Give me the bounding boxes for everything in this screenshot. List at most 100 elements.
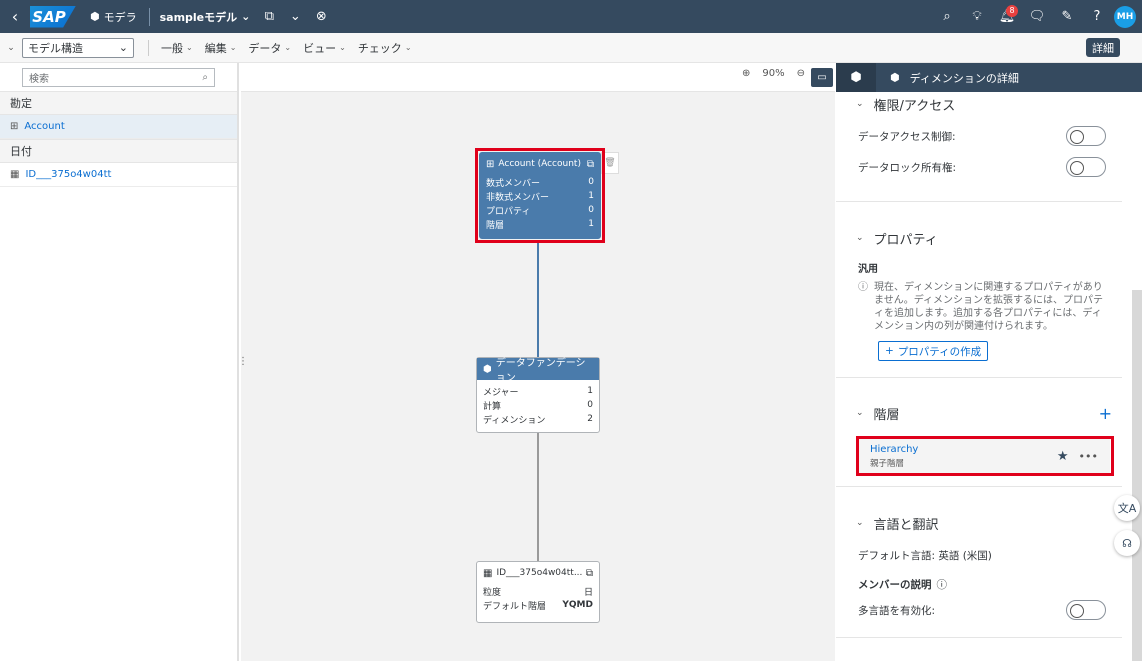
- info-text: 現在、ディメンションに関連するプロパティがありません。ディメンションを拡張するに…: [874, 282, 1103, 332]
- divider: [148, 7, 150, 26]
- multilang-toggle[interactable]: [1066, 600, 1106, 620]
- card-row: 粒度日: [483, 587, 593, 598]
- list-item-account[interactable]: ⊞ Account: [0, 115, 237, 139]
- card-row: 計算 0: [483, 400, 593, 412]
- chat-icon[interactable]: 🗨︎: [1024, 9, 1050, 24]
- tab-dimension-details[interactable]: ⬢ ディメンションの詳細: [876, 70, 1019, 86]
- chevron-down-icon[interactable]: ⌄: [282, 9, 308, 24]
- chevron-down-icon: ⌄: [404, 43, 412, 52]
- default-language: デフォルト言語: 英語 (米国): [858, 550, 992, 562]
- shell-bar: ‹ SAP ⬢ モデラ sampleモデル ⌄ ⧉ ⌄ ⊗ ⌕ 💡︎ 🔔︎ 8 🗨…: [0, 0, 1142, 33]
- account-dimension-icon: ⊞: [10, 121, 19, 132]
- chevron-down-icon: ⌄: [339, 43, 346, 52]
- chevron-down-icon: ⌄: [856, 408, 864, 418]
- zoom-level: 90%: [762, 68, 785, 79]
- section-title: 権限/アクセス: [873, 98, 956, 114]
- chevron-down-icon: ⌄: [856, 99, 864, 109]
- menu-general[interactable]: 一般 ⌄: [155, 40, 199, 56]
- resize-handle[interactable]: ⋮: [238, 356, 248, 367]
- plus-icon: +: [885, 345, 894, 357]
- highlight-box: [475, 148, 605, 243]
- back-icon[interactable]: ‹: [0, 7, 30, 26]
- create-property-button[interactable]: + プロパティの作成: [878, 341, 989, 361]
- menu-edit[interactable]: 編集 ⌄: [199, 40, 243, 56]
- date-dimension-card[interactable]: ▦ ID___375o4w04tt... ⧉ 粒度日 デフォルト階層 YQMD: [476, 561, 600, 623]
- detail-button[interactable]: 詳細: [1086, 38, 1120, 57]
- divider: [148, 39, 149, 56]
- zoom-in-icon[interactable]: ⊕: [742, 68, 750, 79]
- chevron-down-icon: ⌄: [118, 41, 128, 54]
- search-icon[interactable]: ⌕: [202, 72, 208, 83]
- monitor-view-button[interactable]: ▭: [811, 68, 833, 87]
- calendar-icon: ▦: [483, 567, 493, 579]
- view-select[interactable]: モデル構造 ⌄: [22, 37, 134, 58]
- cube-icon: ⬢: [90, 10, 100, 23]
- data-access-toggle[interactable]: [1066, 126, 1106, 146]
- chevron-down-icon: ⌄: [229, 43, 237, 52]
- chevron-down-icon: ⌄: [856, 518, 864, 528]
- section-hierarchy-header[interactable]: ⌄ 階層 +: [836, 401, 1132, 425]
- dimension-details-panel: ⌄ 権限/アクセス データアクセス制御: データロック所有権: ⌄ プロパティ …: [836, 92, 1132, 661]
- model-canvas[interactable]: ⊕ 90% ⊖ ▭ ⋮ ⊞ Account (Account) ⧉ 数式メンバー…: [238, 63, 835, 661]
- section-access-header[interactable]: ⌄ 権限/アクセス: [836, 92, 1132, 116]
- details-tab-bar: ⬢ ⬢ ディメンションの詳細: [836, 63, 1142, 92]
- toolbar: ⌄ モデル構造 ⌄ 一般 ⌄ 編集 ⌄ データ ⌄ ビュー ⌄ チェック ⌄ 詳細: [0, 33, 1142, 63]
- help-icon[interactable]: ?: [1084, 9, 1110, 24]
- search-placeholder: 検索: [29, 74, 49, 85]
- open-icon[interactable]: ⧉: [586, 568, 593, 579]
- data-foundation-card[interactable]: ⬢ データファンデーション メジャー 1 計算 0 ディメンション 2: [476, 357, 600, 433]
- card-title: データファンデーション: [495, 358, 586, 384]
- data-lock-toggle[interactable]: [1066, 157, 1106, 177]
- app-switcher[interactable]: ⬢ モデラ: [82, 9, 145, 25]
- menu-view[interactable]: ビュー ⌄: [297, 40, 352, 56]
- close-circle-icon[interactable]: ⊗: [308, 9, 334, 24]
- card-header: ▦ ID___375o4w04tt... ⧉: [477, 562, 599, 584]
- avatar[interactable]: MH: [1114, 5, 1136, 28]
- tab-title: ディメンションの詳細: [909, 71, 1019, 85]
- divider: [836, 201, 1122, 202]
- list-item-date[interactable]: ▦ ID___375o4w04tt: [0, 163, 237, 187]
- sap-logo: SAP: [30, 5, 76, 28]
- section-title: プロパティ: [873, 232, 938, 248]
- cube-icon: ⬢: [890, 71, 900, 84]
- info-icon: ⓘ: [858, 282, 868, 293]
- canvas-toolbar: ⊕ 90% ⊖ ▭: [241, 63, 835, 92]
- section-property-header[interactable]: ⌄ プロパティ: [836, 226, 1132, 250]
- property-info: ⓘ 現在、ディメンションに関連するプロパティがありません。ディメンションを拡張す…: [836, 281, 1132, 333]
- cube-icon: ⬢: [483, 363, 492, 375]
- card-row: メジャー 1: [483, 386, 593, 398]
- card-header: ⬢ データファンデーション: [477, 358, 599, 384]
- card-title: ID___375o4w04tt...: [496, 568, 583, 578]
- menu-check[interactable]: チェック ⌄: [352, 40, 418, 56]
- info-icon[interactable]: ⓘ: [937, 577, 948, 592]
- lightbulb-icon[interactable]: 💡︎: [964, 9, 990, 24]
- view-select-value: モデル構造: [28, 41, 83, 55]
- copy-icon[interactable]: ⧉: [256, 9, 282, 24]
- chevron-down-icon: ⌄: [241, 10, 251, 23]
- section-language-header[interactable]: ⌄ 言語と翻訳: [836, 511, 1132, 535]
- model-name-dropdown[interactable]: sampleモデル ⌄: [154, 9, 257, 25]
- search-icon[interactable]: ⌕: [934, 9, 960, 24]
- collapse-chevron-icon[interactable]: ⌄: [0, 43, 22, 53]
- menu-data[interactable]: データ ⌄: [242, 40, 297, 56]
- assistant-icon[interactable]: ☊: [1114, 530, 1140, 556]
- multilang-row: 多言語を有効化:: [836, 596, 1132, 624]
- translate-icon[interactable]: 文A: [1114, 495, 1140, 521]
- section-title: 階層: [873, 407, 900, 423]
- card-row: ディメンション 2: [483, 414, 593, 426]
- feedback-icon[interactable]: ✎: [1054, 9, 1080, 24]
- chevron-down-icon: ⌄: [186, 43, 193, 52]
- zoom-out-icon[interactable]: ⊖: [797, 68, 805, 79]
- calendar-icon: ▦: [10, 169, 20, 180]
- search-input[interactable]: 検索 ⌕: [22, 68, 215, 87]
- chevron-down-icon: ⌄: [856, 233, 864, 243]
- divider: [836, 377, 1122, 378]
- add-hierarchy-icon[interactable]: +: [1099, 404, 1112, 423]
- connector-line: [537, 433, 539, 561]
- divider: [836, 637, 1122, 638]
- tab-model-icon[interactable]: ⬢: [836, 63, 876, 92]
- zoom-controls: ⊕ 90% ⊖: [742, 68, 805, 79]
- notifications-button[interactable]: 🔔︎ 8: [994, 5, 1020, 24]
- scrollbar[interactable]: [1132, 290, 1142, 661]
- model-name: sampleモデル: [159, 10, 238, 24]
